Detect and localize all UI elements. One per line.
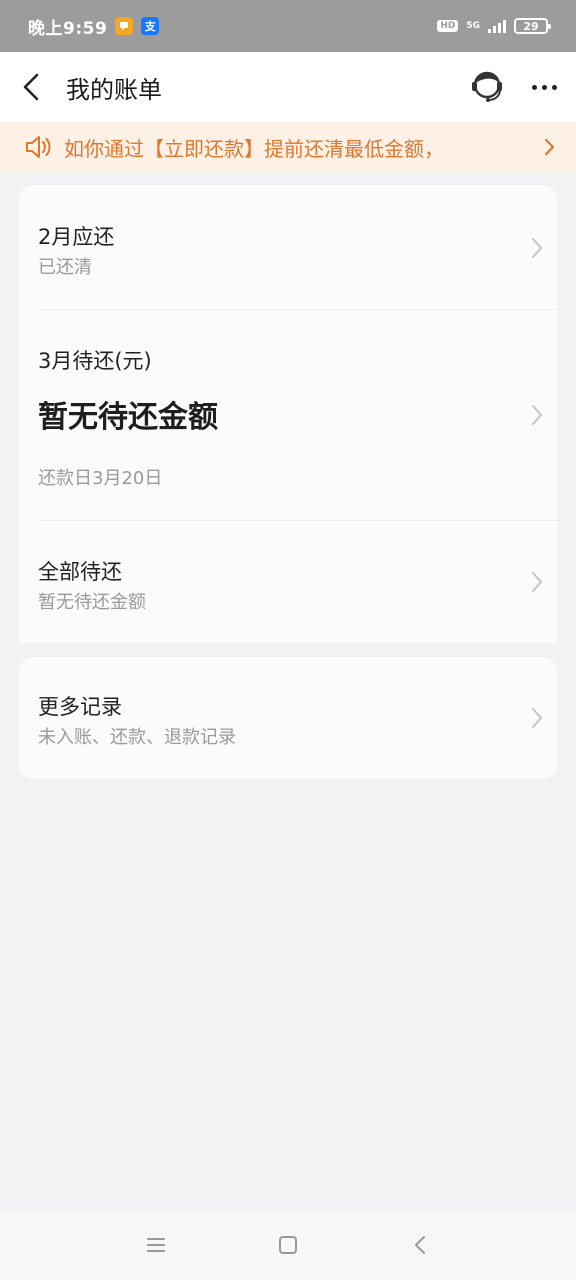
feb-bill-title: 2月应还 [38,225,115,249]
more-dots-icon [531,84,537,90]
customer-service-icon [472,71,502,102]
mar-bill-row[interactable]: 3月待还(元) 暂无待还金额 还款日3月20日 [19,310,557,520]
nav-actions [462,62,576,112]
all-bill-status: 暂无待还金额 [38,592,146,613]
home-square-icon [279,1236,297,1254]
notification-app-icon [115,17,134,35]
mar-bill-title: 3月待还(元) [38,349,152,373]
bill-card: 2月应还 已还清 3月待还(元) 暂无待还金额 还款日3月20日 全部待还 暂无… [19,185,557,643]
back-button[interactable] [0,52,62,122]
more-records-title: 更多记录 [38,695,122,719]
battery-icon: 29 [514,18,551,34]
notice-text: 如你通过【立即还款】提前还清最低金额， [64,136,444,161]
alipay-app-icon: 支 [141,17,160,35]
more-records-card[interactable]: 更多记录 未入账、还款、退款记录 [19,657,557,779]
chevron-left-icon [23,73,39,101]
all-bill-row[interactable]: 全部待还 暂无待还金额 [19,521,557,631]
nav-bar: 我的账单 [0,52,576,122]
more-records-subtitle: 未入账、还款、退款记录 [38,727,236,748]
feb-bill-status: 已还清 [38,257,92,278]
system-nav-bar [0,1210,576,1280]
chevron-right-icon [532,708,542,728]
status-bar: 晚上9:59 支 HD 5G 29 [0,0,576,52]
system-home-button[interactable] [222,1210,354,1280]
all-bill-title: 全部待还 [38,560,122,584]
system-menu-button[interactable] [90,1210,222,1280]
network-label: 5G [466,20,480,31]
status-time: 晚上9:59 [28,18,108,39]
signal-icon [488,19,506,33]
feb-bill-row[interactable]: 2月应还 已还清 [19,185,557,309]
mar-bill-amount: 暂无待还金额 [38,400,218,435]
chevron-right-icon [532,238,542,258]
chevron-right-icon [532,572,542,592]
notice-bar[interactable]: 如你通过【立即还款】提前还清最低金额， [0,122,576,172]
card-wavy-edge [19,628,557,641]
page-title: 我的账单 [66,75,162,104]
hd-badge: HD [437,20,459,32]
mar-due-date: 还款日3月20日 [38,468,163,489]
customer-service-button[interactable] [462,62,512,112]
chevron-right-icon [532,405,542,425]
more-button[interactable] [512,62,576,112]
menu-icon [147,1238,165,1252]
battery-level: 29 [523,19,539,33]
chevron-right-icon [544,138,555,156]
back-triangle-icon [415,1236,425,1254]
speaker-icon [26,136,51,158]
system-back-button[interactable] [354,1210,486,1280]
